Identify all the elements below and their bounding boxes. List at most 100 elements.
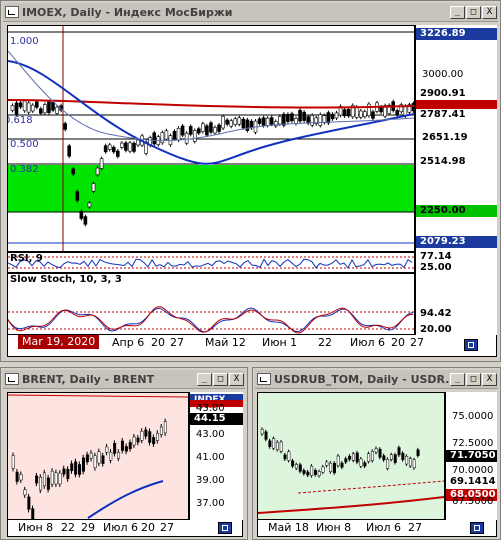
brent-price-axis: INDEX TMX 43.00 44.15 43.00 41.00 39.00 … [189,392,243,520]
restore-button[interactable]: □ [466,5,481,19]
candle [71,168,76,175]
candle [152,437,156,445]
candle [261,117,266,126]
candle [225,119,229,125]
scroll-to-end-button[interactable] [470,522,484,534]
scroll-to-end-button[interactable] [218,522,232,534]
candle [136,437,140,443]
minimize-button[interactable]: _ [197,372,212,386]
candle [120,142,124,148]
candle [382,455,386,461]
rsi-label: RSI, 9 [10,253,43,264]
candle [89,452,93,459]
fib-level-0500: 0.500 [10,139,39,150]
usdrub-tick-67-5: 67.5000 [452,496,494,507]
candle [351,453,355,461]
stoch-axis: 94.42 20.00 [415,273,497,335]
usdrub-price-panel[interactable] [257,392,445,520]
imoex-price-axis: 3226.89 3000.00 2900.91 2813.36 2787.41 … [415,25,497,252]
imoex-titlebar[interactable]: IMOEX, Daily - Индекс МосБиржи _ □ X [3,3,498,22]
rsi-panel[interactable]: RSI, 9 [7,252,415,273]
stoch-panel[interactable]: Slow Stoch, 10, 3, 3 [7,273,415,335]
scroll-to-end-button[interactable] [464,339,478,351]
x-label: 20 [391,336,405,349]
candle [128,142,132,152]
close-button[interactable]: X [229,372,244,386]
candle [79,211,84,219]
candle [117,452,121,459]
brent-tick-43b: 43.00 [196,429,225,440]
usdrub-titlebar[interactable]: USDRUB_TOM, Daily - USDR... _ □ X [255,370,498,389]
candle [27,496,31,510]
candle [389,454,393,460]
usdrub-current-price: 71.7050 [446,450,497,462]
price-tag-fib-low: 2514.98 [416,156,497,168]
candle [260,429,264,435]
stoch-label: Slow Stoch, 10, 3, 3 [10,274,122,285]
candle [386,459,390,469]
candle [113,443,117,454]
candle [401,452,405,460]
candle [132,436,136,446]
x-label: 22 [61,521,75,534]
candle [342,109,347,117]
candle [367,103,371,117]
candle [322,115,327,123]
candle [310,465,314,476]
candle [152,132,157,145]
candle [283,454,287,460]
candle [99,158,104,169]
brent-chart [8,394,188,519]
candle [257,118,262,124]
rsi-level-tag: 25.00 [416,262,497,273]
candle [371,111,375,119]
candle [332,462,336,474]
candle [176,128,181,141]
candle [14,102,19,115]
close-button[interactable]: X [482,372,497,386]
candle [233,118,238,125]
candle [346,109,351,117]
x-label: Июн 8 [18,521,54,534]
usdrub-ma-tag-1: 69.1414 [446,476,497,488]
candle [35,475,39,484]
candle [63,123,67,130]
candle [46,477,50,490]
candle [326,112,331,124]
candle [302,470,306,474]
candle [359,458,363,467]
brent-price-panel[interactable] [7,392,189,520]
candle [298,464,302,472]
candle [325,461,329,466]
usdrub-price-axis: 75.0000 72.5000 71.7050 70.0000 69.1414 … [445,392,497,520]
restore-button[interactable]: □ [213,372,228,386]
imoex-price-panel[interactable]: 1.000 0.618 0.500 0.382 [7,25,415,252]
candle [136,139,140,146]
minimize-button[interactable]: _ [450,5,465,19]
price-tag-ma-blue: 2787.41 [416,109,497,121]
candle [334,112,339,119]
candle [91,183,96,192]
candle [348,455,352,460]
candle [264,431,268,440]
candle [397,447,401,456]
candle [50,470,54,485]
candle [95,167,100,176]
candle [217,124,221,132]
x-label: Июл 6 [366,521,402,534]
brent-titlebar[interactable]: BRENT, Daily - BRENT _ □ X [3,370,245,389]
candle [298,109,302,122]
minimize-button[interactable]: _ [450,372,465,386]
brent-tick-39: 39.00 [196,475,225,486]
price-tag-high: 3226.89 [416,28,497,40]
restore-button[interactable]: □ [466,372,481,386]
close-button[interactable]: X [482,5,497,19]
candle [205,125,209,136]
candle [164,130,169,140]
candle [306,471,310,476]
candle [221,116,225,129]
brent-ma-red [8,394,188,398]
price-tag-current: 2900.91 [416,88,497,100]
price-tag-low: 2079.23 [416,236,497,248]
candle [374,448,378,453]
